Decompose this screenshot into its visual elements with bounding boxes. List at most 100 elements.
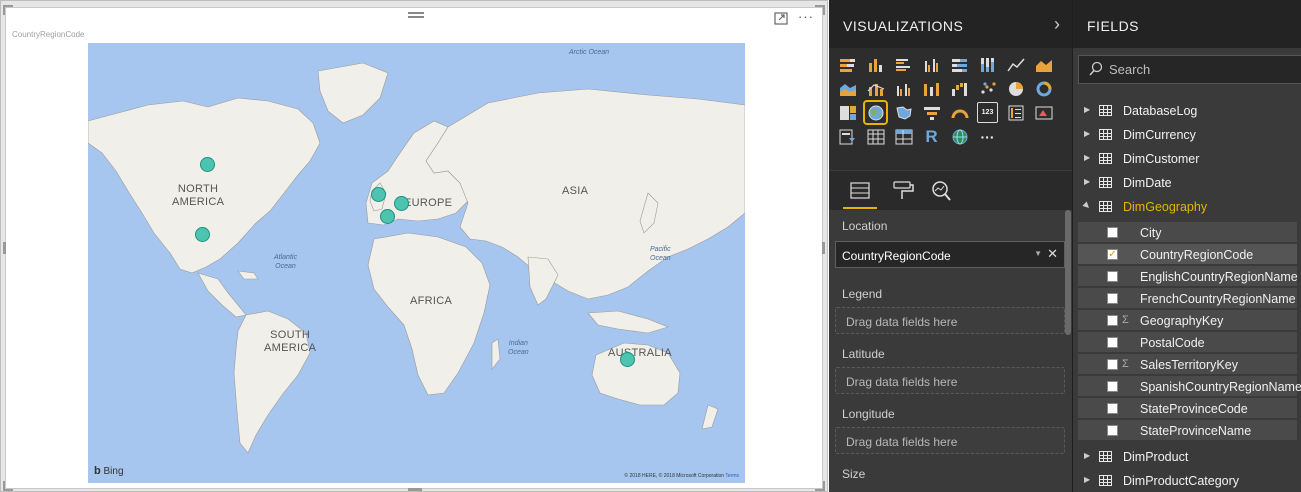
- globe-visual-icon[interactable]: [949, 126, 970, 147]
- expand-caret-icon[interactable]: ▶: [1084, 105, 1090, 114]
- resize-corner-top-right[interactable]: [815, 5, 825, 15]
- field-row[interactable]: City: [1078, 222, 1297, 243]
- drag-handle-icon[interactable]: [408, 12, 424, 22]
- ribbon-chart-icon[interactable]: [921, 78, 942, 99]
- expand-caret-icon[interactable]: ▶: [1084, 451, 1090, 460]
- expand-caret-icon[interactable]: ▶: [1084, 475, 1090, 484]
- stacked-bar-chart-icon[interactable]: [837, 54, 858, 75]
- map-visual[interactable]: ··· CountryRegionCode NORTH AMERICA SOUT…: [3, 5, 825, 491]
- table-node[interactable]: ▶ DimProductCategory: [1073, 470, 1301, 492]
- map-bubble-canada[interactable]: [200, 157, 215, 172]
- stacked-column-chart-icon[interactable]: [865, 54, 886, 75]
- stacked-area-chart-icon[interactable]: [837, 78, 858, 99]
- treemap-icon[interactable]: [837, 102, 858, 123]
- field-checkbox[interactable]: [1107, 337, 1118, 348]
- map-bubble-france[interactable]: [380, 209, 395, 224]
- resize-corner-bottom-left[interactable]: [3, 481, 13, 491]
- field-row[interactable]: Σ SalesTerritoryKey: [1078, 354, 1297, 375]
- area-chart-icon[interactable]: [1033, 54, 1054, 75]
- resize-corner-top-left[interactable]: [3, 5, 13, 15]
- filled-map-icon[interactable]: [893, 102, 914, 123]
- location-well[interactable]: CountryRegionCode ▼ ✕: [835, 241, 1065, 268]
- field-checkbox[interactable]: [1107, 271, 1118, 282]
- map-visual-icon[interactable]: [863, 100, 888, 125]
- gauge-chart-icon[interactable]: [949, 102, 970, 123]
- chevron-down-icon[interactable]: ▼: [1034, 249, 1042, 258]
- line-chart-icon[interactable]: [1005, 54, 1026, 75]
- more-visuals-icon[interactable]: ···: [977, 126, 998, 147]
- table-icon: [1099, 475, 1112, 486]
- resize-grip-bottom[interactable]: [408, 488, 422, 491]
- format-paint-roller-icon[interactable]: [885, 179, 919, 205]
- map-bubble-united-states[interactable]: [195, 227, 210, 242]
- multi-row-card-icon[interactable]: [1005, 102, 1026, 123]
- world-map[interactable]: NORTH AMERICA SOUTH AMERICA EUROPE AFRIC…: [88, 43, 745, 483]
- slicer-icon[interactable]: [837, 126, 858, 147]
- resize-grip-left[interactable]: [3, 242, 6, 254]
- legend-well-dropzone[interactable]: Drag data fields here: [835, 307, 1065, 334]
- donut-chart-icon[interactable]: [1033, 78, 1054, 99]
- map-bubble-germany[interactable]: [394, 196, 409, 211]
- 100-stacked-bar-chart-icon[interactable]: [949, 54, 970, 75]
- funnel-chart-icon[interactable]: [921, 102, 942, 123]
- kpi-visual-icon[interactable]: [1033, 102, 1054, 123]
- table-node[interactable]: ▶ DimProduct: [1073, 446, 1301, 468]
- field-checkbox[interactable]: [1107, 425, 1118, 436]
- terms-link[interactable]: Terms: [725, 473, 739, 479]
- fields-search-box[interactable]: [1078, 55, 1301, 84]
- field-row[interactable]: StateProvinceName: [1078, 420, 1297, 441]
- field-row[interactable]: Σ GeographyKey: [1078, 310, 1297, 331]
- field-row[interactable]: PostalCode: [1078, 332, 1297, 353]
- field-checkbox[interactable]: [1107, 315, 1118, 326]
- focus-mode-icon[interactable]: [774, 12, 788, 28]
- field-checkbox[interactable]: [1107, 227, 1118, 238]
- continent-label: AFRICA: [410, 295, 453, 307]
- remove-field-icon[interactable]: ✕: [1047, 246, 1058, 262]
- expand-caret-icon[interactable]: ▶: [1084, 129, 1090, 138]
- field-checkbox[interactable]: [1107, 359, 1118, 370]
- continent-label: ASIA: [562, 185, 589, 197]
- table-node[interactable]: ▶ DatabaseLog: [1073, 100, 1301, 122]
- field-row[interactable]: SpanishCountryRegionName: [1078, 376, 1301, 397]
- line-and-clustered-column-chart-icon[interactable]: [893, 78, 914, 99]
- pie-chart-icon[interactable]: [1005, 78, 1026, 99]
- table-name: DimDate: [1123, 176, 1172, 190]
- table-node[interactable]: ▶ DimDate: [1073, 172, 1301, 194]
- table-visual-icon[interactable]: [865, 126, 886, 147]
- 100-stacked-column-chart-icon[interactable]: [977, 54, 998, 75]
- checkmark-icon[interactable]: ✓: [1107, 249, 1118, 260]
- search-input[interactable]: [1109, 62, 1289, 77]
- resize-grip-right[interactable]: [822, 242, 825, 254]
- matrix-visual-icon[interactable]: [893, 126, 914, 147]
- table-node-expanded[interactable]: ▶ DimGeography: [1073, 196, 1301, 218]
- field-row[interactable]: EnglishCountryRegionName: [1078, 266, 1298, 287]
- clustered-column-chart-icon[interactable]: [921, 54, 942, 75]
- analytics-magnifier-icon[interactable]: [925, 179, 959, 205]
- field-row[interactable]: FrenchCountryRegionName: [1078, 288, 1297, 309]
- r-script-visual-icon[interactable]: R: [921, 126, 942, 147]
- collapse-chevron-icon[interactable]: ›: [1054, 14, 1060, 35]
- wells-scrollbar[interactable]: [1065, 210, 1071, 335]
- field-checkbox[interactable]: [1107, 403, 1118, 414]
- expand-caret-icon[interactable]: ▶: [1084, 177, 1090, 186]
- longitude-well-dropzone[interactable]: Drag data fields here: [835, 427, 1065, 454]
- latitude-well-dropzone[interactable]: Drag data fields here: [835, 367, 1065, 394]
- waterfall-chart-icon[interactable]: [949, 78, 970, 99]
- map-bubble-united-kingdom[interactable]: [371, 187, 386, 202]
- field-checkbox[interactable]: [1107, 293, 1118, 304]
- field-row[interactable]: ✓ CountryRegionCode: [1078, 244, 1297, 265]
- line-and-stacked-column-chart-icon[interactable]: [865, 78, 886, 99]
- clustered-bar-chart-icon[interactable]: [893, 54, 914, 75]
- fields-tab-icon[interactable]: [843, 179, 877, 209]
- table-node[interactable]: ▶ DimCustomer: [1073, 148, 1301, 170]
- card-visual-icon[interactable]: 123: [977, 102, 998, 123]
- more-options-icon[interactable]: ···: [798, 9, 814, 24]
- collapse-caret-icon[interactable]: ▶: [1082, 200, 1093, 211]
- field-row[interactable]: StateProvinceCode: [1078, 398, 1297, 419]
- scatter-chart-icon[interactable]: [977, 78, 998, 99]
- resize-corner-bottom-right[interactable]: [815, 481, 825, 491]
- table-node[interactable]: ▶ DimCurrency: [1073, 124, 1301, 146]
- expand-caret-icon[interactable]: ▶: [1084, 153, 1090, 162]
- field-checkbox[interactable]: [1107, 381, 1118, 392]
- map-bubble-australia[interactable]: [620, 352, 635, 367]
